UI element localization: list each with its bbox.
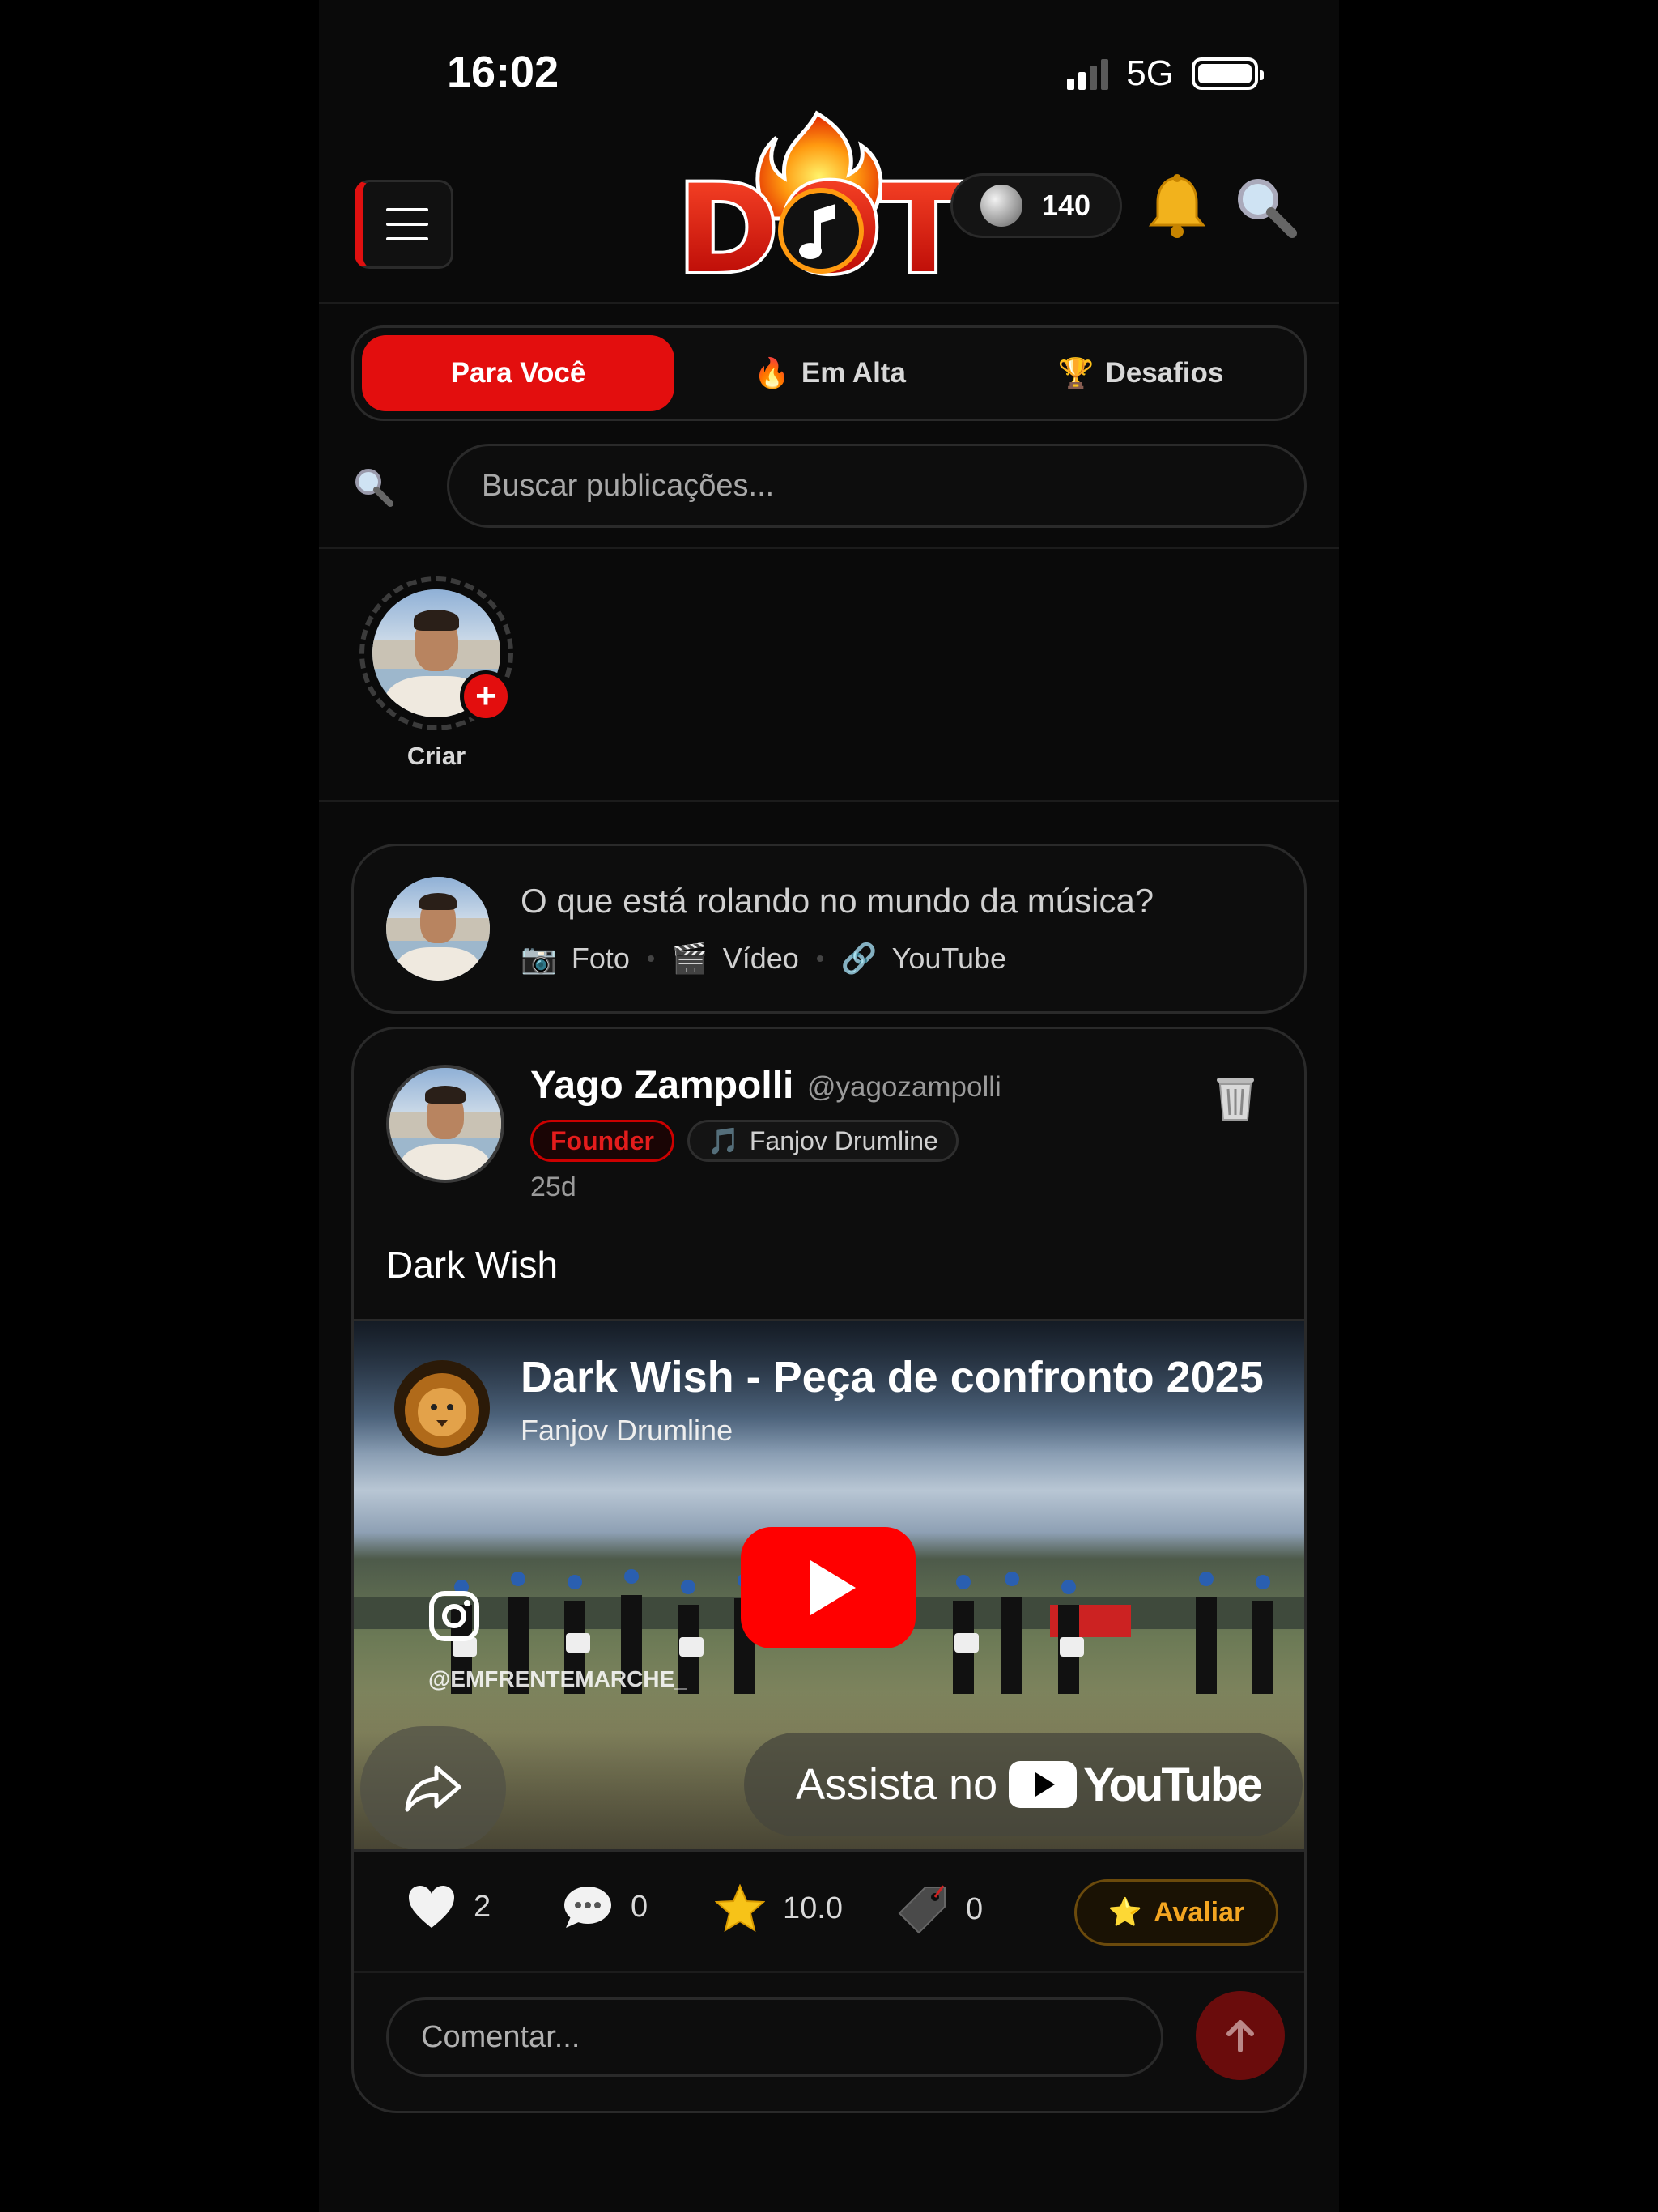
coin-balance[interactable]: 140 <box>950 173 1122 238</box>
watch-on-youtube[interactable]: Assista no YouTube <box>744 1733 1303 1836</box>
share-arrow-icon <box>405 1765 461 1812</box>
send-button[interactable] <box>1196 1991 1285 2080</box>
post-card: Yago Zampolli @yagozampolli Founder 🎵 Fa… <box>351 1027 1307 2113</box>
divider <box>319 800 1339 802</box>
post-text: Dark Wish <box>386 1244 559 1286</box>
create-story[interactable]: + Criar <box>359 576 513 771</box>
trophy-icon: 🏆 <box>1057 356 1095 389</box>
tab-em-alta[interactable]: 🔥 Em Alta <box>674 335 985 411</box>
coin-icon <box>980 185 1022 227</box>
trash-icon[interactable] <box>1210 1070 1261 1123</box>
story-ring: + <box>359 576 513 730</box>
play-button[interactable] <box>741 1527 916 1648</box>
author-name[interactable]: Yago Zampolli <box>530 1063 793 1108</box>
instagram-icon <box>429 1591 479 1641</box>
youtube-embed[interactable]: Dark Wish - Peça de confronto 2025 Fanjo… <box>354 1319 1304 1852</box>
tag-icon <box>898 1885 946 1934</box>
speech-bubble-icon <box>564 1887 611 1928</box>
like-button[interactable]: 2 <box>407 1884 491 1929</box>
youtube-label: YouTube <box>891 942 1007 975</box>
clapper-icon: 🎬 <box>671 942 708 975</box>
signal-icon <box>1067 57 1109 90</box>
avatar <box>386 877 490 981</box>
app-header: DOT 140 <box>319 97 1339 304</box>
tab-desafios[interactable]: 🏆 Desafios <box>985 335 1296 411</box>
youtube-logo: YouTube <box>1009 1758 1263 1812</box>
like-count: 2 <box>474 1889 491 1924</box>
status-indicators: 5G <box>1067 53 1264 94</box>
arrow-up-icon <box>1226 2020 1254 2052</box>
photo-label: Foto <box>571 942 630 975</box>
comment-row <box>386 1991 1285 2080</box>
group-badge[interactable]: 🎵 Fanjov Drumline <box>687 1120 959 1162</box>
post-time: 25d <box>530 1172 576 1202</box>
create-story-label: Criar <box>406 742 466 770</box>
battery-icon <box>1192 57 1264 90</box>
rate-button[interactable]: ⭐ Avaliar <box>1074 1879 1278 1946</box>
tab-label: Em Alta <box>801 357 906 389</box>
video-label: Vídeo <box>722 942 799 975</box>
group-label: Fanjov Drumline <box>749 1125 938 1155</box>
video-title: Dark Wish - Peça de confronto 2025 <box>521 1353 1264 1402</box>
plus-icon: + <box>460 670 512 722</box>
music-note-icon: 🎵 <box>708 1126 740 1155</box>
video-channel: Fanjov Drumline <box>521 1414 733 1447</box>
video-action[interactable]: 🎬 Vídeo <box>672 942 799 976</box>
comment-button[interactable]: 0 <box>563 1884 648 1929</box>
watch-label: Assista no <box>796 1760 998 1809</box>
youtube-action[interactable]: 🔗 YouTube <box>841 942 1006 976</box>
star-icon: ⭐ <box>1107 1897 1143 1928</box>
status-time: 16:02 <box>447 48 559 96</box>
search-row <box>351 444 1307 528</box>
phone-screen: 16:02 5G DOT <box>319 0 1339 2212</box>
comment-input[interactable] <box>386 1997 1163 2077</box>
comment-count: 0 <box>631 1889 648 1924</box>
heart-icon <box>409 1886 454 1928</box>
video-watermark: @EMFRENTEMARCHE_ <box>428 1666 687 1691</box>
tag-count: 0 <box>966 1891 984 1926</box>
separator-dot <box>816 955 823 962</box>
author-handle[interactable]: @yagozampolli <box>807 1071 1001 1104</box>
founder-badge: Founder <box>530 1120 674 1162</box>
post-composer[interactable]: O que está rolando no mundo da música? 📷… <box>351 844 1307 1014</box>
search-icon[interactable] <box>1232 173 1299 240</box>
composer-actions: 📷 Foto 🎬 Vídeo 🔗 YouTube <box>521 942 1006 976</box>
fire-icon: 🔥 <box>754 356 790 389</box>
rating-display: 10.0 <box>715 1884 843 1933</box>
bell-icon[interactable] <box>1145 172 1209 241</box>
search-input[interactable] <box>447 444 1307 528</box>
rating-value: 10.0 <box>783 1891 843 1925</box>
separator-dot <box>647 955 654 962</box>
tag-button[interactable]: 0 <box>898 1884 983 1934</box>
tab-para-voce[interactable]: Para Você <box>362 335 674 411</box>
coin-count: 140 <box>1042 189 1091 222</box>
lion-logo-icon <box>394 1360 490 1456</box>
camera-icon: 📷 <box>521 942 557 975</box>
network-label: 5G <box>1126 53 1174 93</box>
search-icon <box>355 469 393 507</box>
feed-tabs: Para Você 🔥 Em Alta 🏆 Desafios <box>351 325 1307 421</box>
photo-action[interactable]: 📷 Foto <box>521 942 630 976</box>
tab-label: Desafios <box>1105 357 1224 389</box>
divider <box>319 547 1339 549</box>
rate-label: Avaliar <box>1154 1896 1245 1928</box>
youtube-word: YouTube <box>1083 1758 1262 1811</box>
star-icon <box>715 1884 765 1933</box>
composer-prompt[interactable]: O que está rolando no mundo da música? <box>521 882 1154 921</box>
menu-button[interactable] <box>355 180 453 269</box>
author-avatar[interactable] <box>386 1065 504 1183</box>
link-icon: 🔗 <box>840 942 878 975</box>
tab-label: Para Você <box>450 357 586 389</box>
post-stats: 2 0 10.0 0 ⭐ Avaliar <box>354 1852 1304 1973</box>
app-logo: DOT <box>674 110 967 300</box>
youtube-icon <box>1009 1761 1078 1808</box>
share-button[interactable] <box>360 1726 506 1849</box>
